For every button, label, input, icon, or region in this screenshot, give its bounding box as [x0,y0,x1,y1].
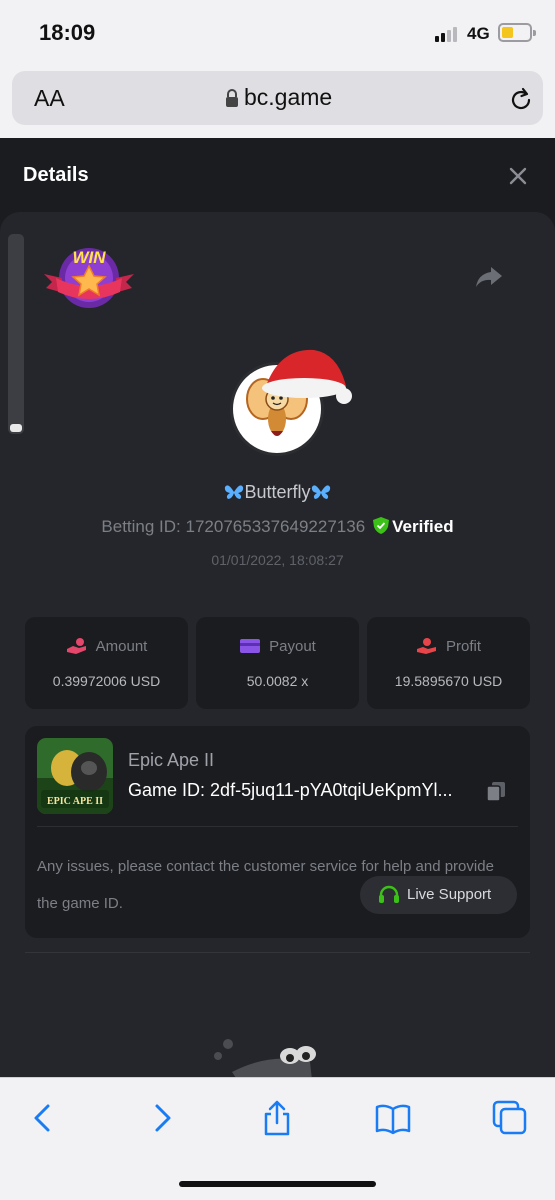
browser-toolbar [0,1077,555,1200]
username: Butterfly [244,482,311,502]
stat-amount: Amount 0.39972006 USD [25,617,188,709]
lock-icon [226,89,238,107]
coins-hand-icon [66,638,86,654]
stat-payout-value: 50.0082 x [246,673,309,689]
headset-icon [379,885,399,903]
stat-profit-value: 19.5895670 USD [394,673,503,689]
scrollbar-thumb[interactable] [10,424,22,432]
back-icon[interactable] [25,1100,61,1136]
win-badge-text: WIN [72,248,106,267]
game-id-row: Game ID: 2df-5juq11-pYA0tqiUeKpmYl... [128,780,483,801]
live-support-button[interactable]: Live Support [360,876,517,914]
share-icon[interactable] [474,264,504,290]
game-name[interactable]: Epic Ape II [128,750,214,771]
divider [25,952,530,953]
bet-details-panel: WIN Butterfly Betting ID: 17207653376492… [0,212,555,1078]
username-row: Butterfly [0,482,555,503]
details-sheet: Details WIN Butterfly Betting ID: 172076… [0,138,555,1078]
bookmarks-icon[interactable] [375,1100,411,1136]
live-support-label: Live Support [407,886,492,903]
crocodile-mascot-icon [214,1039,316,1078]
betting-id-label: Betting ID: [101,517,181,536]
gorilla-thumbnail-icon: EPIC APE II [37,738,113,814]
butterfly-icon [225,485,244,499]
money-hand-icon [416,638,436,654]
betting-id-row: Betting ID: 1720765337649227136 Verified [0,517,555,537]
scrollbar[interactable] [8,234,24,434]
game-thumbnail-title: EPIC APE II [47,796,103,807]
reload-icon[interactable] [508,87,534,113]
close-icon[interactable] [508,166,528,186]
share-sheet-icon[interactable] [259,1100,295,1136]
game-id-label: Game ID: [128,780,206,800]
url-text: bc.game [244,84,333,110]
battery-icon [498,23,536,42]
address-bar[interactable]: AA bc.game [12,71,543,125]
game-thumbnail[interactable]: EPIC APE II [37,738,113,814]
verified-label: Verified [392,517,454,536]
status-time: 18:09 [39,20,96,45]
stat-amount-value: 0.39972006 USD [52,673,161,689]
wallet-icon [240,639,261,653]
stat-payout-label: Payout [269,638,316,655]
game-id: 2df-5juq11-pYA0tqiUeKpmYl... [210,780,453,800]
tabs-icon[interactable] [492,1100,528,1136]
forward-icon[interactable] [144,1100,180,1136]
network-label: 4G [467,24,490,43]
santa-hat-icon [262,349,352,404]
stat-payout: Payout 50.0082 x [196,617,359,709]
verified-shield-icon [373,517,390,534]
stat-profit-label: Profit [445,638,481,655]
sheet-title: Details [23,164,89,186]
browser-top-bar: AA bc.game [0,66,555,138]
game-card: EPIC APE II Epic Ape II Game ID: 2df-5ju… [25,726,530,938]
win-badge: WIN [44,244,134,319]
home-indicator [179,1181,376,1187]
butterfly-icon [311,485,330,499]
status-bar: 18:09 4G [0,0,555,66]
bet-date: 01/01/2022, 18:08:27 [211,552,344,568]
signal-icon [435,26,461,42]
text-size-button[interactable]: AA [34,85,65,112]
stat-amount-label: Amount [95,638,148,655]
divider [37,826,518,827]
betting-id[interactable]: 1720765337649227136 [186,517,366,536]
stat-profit: Profit 19.5895670 USD [367,617,530,709]
copy-icon[interactable] [485,780,507,802]
